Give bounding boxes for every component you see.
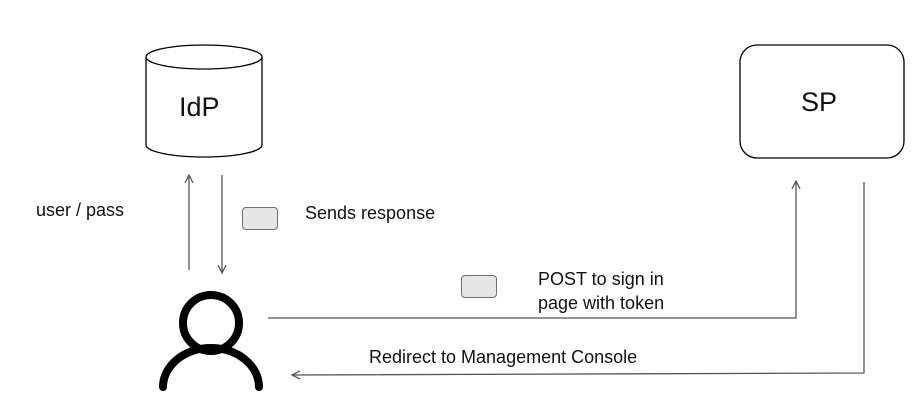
redirect-label: Redirect to Management Console [369,347,638,367]
user-icon [159,291,263,391]
diagram-canvas [145,44,905,391]
post-sign-in-label-line2: page with token [538,293,665,313]
message-chip-response [242,207,278,230]
sends-response-label: Sends response [305,203,436,223]
sp-label: SP [801,87,838,117]
user-pass-label: user / pass [36,200,125,220]
post-sign-in-label-line1: POST to sign in [538,269,664,289]
user-icon-head [179,291,243,355]
idp-label: IdP [179,92,220,122]
message-chip-post [461,275,497,298]
sso-flow-diagram: IdP SP user / pass Sends response POST t… [0,0,913,401]
idp-cylinder-top [145,44,263,70]
